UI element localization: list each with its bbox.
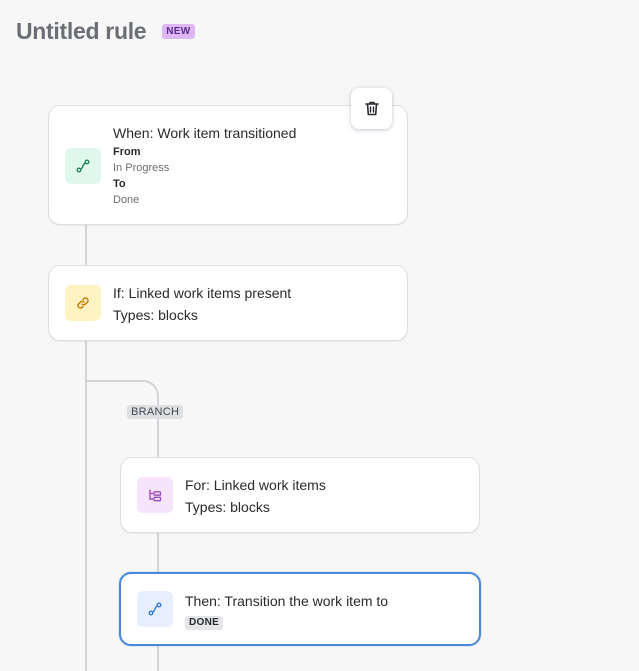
condition-text: If: Linked work items present Types: blo… bbox=[113, 282, 291, 326]
link-icon bbox=[77, 297, 89, 309]
for-types: Types: blocks bbox=[185, 499, 270, 515]
for-title: For: Linked work items bbox=[185, 477, 326, 493]
from-label: From bbox=[113, 146, 141, 158]
condition-card[interactable]: If: Linked work items present Types: blo… bbox=[48, 265, 408, 341]
action-title: Then: Transition the work item to bbox=[185, 593, 389, 609]
rule-title[interactable]: Untitled rule bbox=[16, 18, 147, 45]
action-text: Then: Transition the work item to DONE bbox=[185, 590, 388, 630]
condition-title: If: Linked work items present bbox=[113, 285, 292, 301]
trigger-text: When: Work item transitioned From In Pro… bbox=[113, 122, 296, 208]
to-label: To bbox=[113, 178, 126, 190]
rule-header: Untitled rule NEW bbox=[16, 18, 195, 45]
trash-icon bbox=[364, 101, 379, 116]
for-card[interactable]: For: Linked work items Types: blocks bbox=[120, 457, 480, 533]
status-lozenge: DONE bbox=[185, 616, 224, 630]
branch-icon bbox=[149, 489, 162, 502]
condition-types: Types: blocks bbox=[113, 307, 198, 323]
to-value: Done bbox=[113, 194, 140, 206]
condition-icon-tile bbox=[65, 285, 101, 321]
for-text: For: Linked work items Types: blocks bbox=[185, 474, 326, 518]
action-card[interactable]: Then: Transition the work item to DONE bbox=[119, 572, 481, 646]
delete-button[interactable] bbox=[351, 88, 392, 129]
new-badge: NEW bbox=[162, 24, 195, 39]
transition-icon bbox=[76, 159, 90, 173]
transition-icon bbox=[148, 602, 162, 616]
from-value: In Progress bbox=[113, 162, 170, 174]
branch-badge: BRANCH bbox=[127, 405, 184, 419]
action-icon-tile bbox=[137, 591, 173, 627]
for-icon-tile bbox=[137, 477, 173, 513]
trigger-icon-tile bbox=[65, 148, 101, 184]
trigger-title: When: Work item transitioned bbox=[113, 125, 297, 141]
